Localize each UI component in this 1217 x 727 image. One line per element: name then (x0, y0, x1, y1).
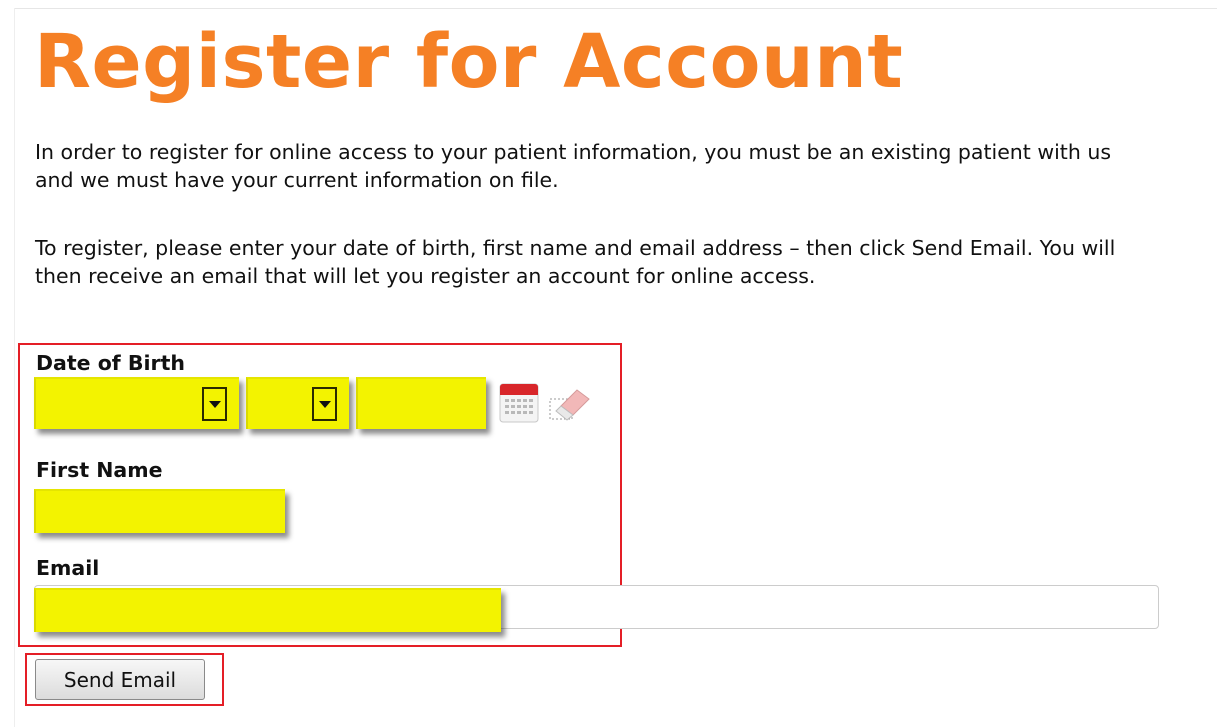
left-divider (14, 8, 15, 727)
eraser-icon[interactable] (547, 384, 591, 424)
instructions-text: To register, please enter your date of b… (35, 236, 1116, 288)
first-name-label: First Name (36, 458, 163, 482)
chevron-down-icon[interactable] (202, 387, 227, 421)
dob-label: Date of Birth (36, 351, 185, 375)
birth-month-select[interactable] (34, 377, 239, 429)
birth-day-select[interactable] (246, 377, 349, 429)
email-label: Email (36, 556, 100, 580)
first-name-input[interactable] (34, 489, 285, 533)
calendar-icon[interactable] (499, 380, 541, 426)
intro-text: In order to register for online access t… (35, 140, 1112, 192)
chevron-down-icon[interactable] (312, 387, 337, 421)
page-title: Register for Account (34, 19, 904, 105)
birth-year-input[interactable] (356, 377, 486, 429)
top-divider (14, 8, 1217, 9)
send-email-button[interactable]: Send Email (35, 659, 205, 700)
email-input[interactable] (34, 588, 501, 632)
